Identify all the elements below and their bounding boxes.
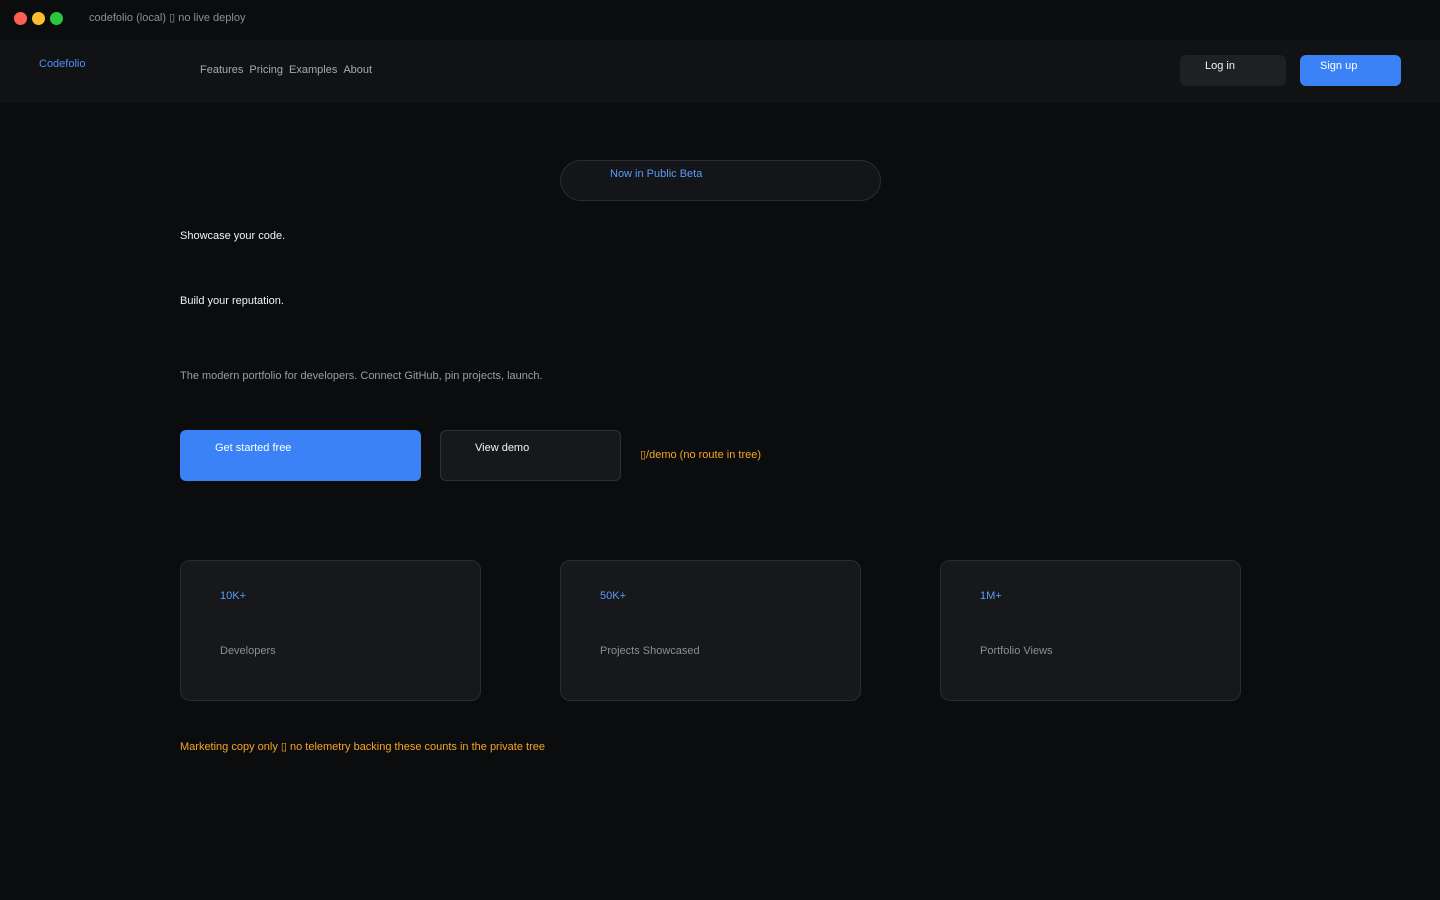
nav-link-about[interactable]: About [343,64,372,76]
get-started-button[interactable]: Get started free [180,430,421,481]
stat-value: 1M+ [980,590,1002,602]
minimize-window-button[interactable] [32,12,45,25]
signup-button[interactable]: Sign up [1300,55,1401,86]
nav-link-features[interactable]: Features [200,64,243,76]
hero-headline-line2: Build your reputation. [180,295,284,307]
nav-link-examples[interactable]: Examples [289,64,337,76]
stat-card-developers: 10K+ Developers [180,560,481,701]
stat-card-views: 1M+ Portfolio Views [940,560,1241,701]
stat-label: Developers [220,645,276,657]
marketing-copy-warning: Marketing copy only ▯ no telemetry backi… [180,741,545,753]
nav-link-pricing[interactable]: Pricing [249,64,283,76]
stat-label: Portfolio Views [980,645,1053,657]
nav-links: Features Pricing Examples About [200,64,372,76]
demo-route-warning: ▯/demo (no route in tree) [640,449,761,461]
view-demo-button-label: View demo [475,442,530,454]
stat-value: 50K+ [600,590,626,602]
window-title: codefolio (local) ▯ no live deploy [89,12,246,24]
brand-logo-link[interactable]: Codefolio [39,58,85,70]
beta-badge: Now in Public Beta [560,160,881,201]
beta-badge-text: Now in Public Beta [610,168,703,180]
window-titlebar: codefolio (local) ▯ no live deploy [0,0,1440,40]
login-button[interactable]: Log in [1180,55,1286,86]
view-demo-button[interactable]: View demo [440,430,621,481]
app-window: codefolio (local) ▯ no live deploy Codef… [0,0,1440,900]
get-started-button-label: Get started free [215,442,292,454]
close-window-button[interactable] [14,12,27,25]
maximize-window-button[interactable] [50,12,63,25]
stat-value: 10K+ [220,590,246,602]
signup-button-label: Sign up [1320,60,1358,72]
stat-card-projects: 50K+ Projects Showcased [560,560,861,701]
hero-subheadline: The modern portfolio for developers. Con… [180,370,543,382]
top-navbar: Codefolio Features Pricing Examples Abou… [0,40,1440,102]
stat-label: Projects Showcased [600,645,700,657]
hero-headline-line1: Showcase your code. [180,230,286,242]
login-button-label: Log in [1205,60,1235,72]
